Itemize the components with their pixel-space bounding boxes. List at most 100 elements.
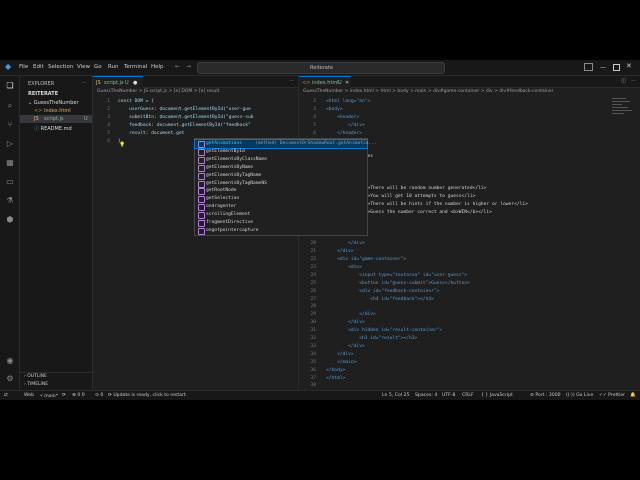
file-item-script[interactable]: JS script.js U — [20, 115, 92, 123]
menu-edit[interactable]: Edit — [33, 64, 44, 70]
minimap[interactable] — [612, 96, 634, 136]
file-item-readme[interactable]: ⓘ README.md — [34, 125, 72, 132]
split-editor-icon[interactable]: ◫ — [621, 78, 626, 84]
suggestion-item[interactable]: fragmentDirective — [195, 219, 367, 227]
code-line[interactable]: <h4 id="feedback"></h4> — [326, 297, 434, 302]
gear-icon[interactable]: ⚙ — [5, 374, 15, 384]
remote-indicator-icon[interactable]: ⇄ — [4, 393, 8, 398]
code-line[interactable]: <div> — [326, 265, 362, 270]
editor-actions-icon[interactable]: ··· — [289, 78, 294, 84]
breadcrumb[interactable]: GuessTheNumber > index.html > html > bod… — [303, 89, 553, 94]
code-line[interactable]: <input type="textarea" id="user-guess"> — [326, 273, 467, 278]
suggestion-item[interactable]: getElementsByName — [195, 164, 367, 172]
close-icon[interactable]: ✕ — [626, 62, 632, 70]
menu-file[interactable]: File — [19, 64, 28, 70]
suggestion-item[interactable]: getElementsByClassName — [195, 156, 367, 164]
menu-help[interactable]: Help — [151, 64, 164, 70]
code-line[interactable]: <body> — [326, 107, 343, 112]
code-line[interactable]: </div> — [326, 123, 365, 128]
code-line[interactable]: <html lang="en"> — [326, 99, 370, 104]
suggestion-item[interactable]: getSelection — [195, 195, 367, 204]
tab-index-html[interactable]: <> index.html U ✕ — [299, 76, 351, 88]
command-center-search[interactable]: Reiterate — [197, 62, 445, 74]
code-line[interactable]: </div> — [326, 320, 365, 325]
status-language[interactable]: { } JavaScript — [481, 393, 513, 398]
status-eol[interactable]: CRLF — [462, 393, 474, 398]
run-debug-icon[interactable]: ▷ — [5, 139, 15, 149]
suggestion-item[interactable]: getElementById — [195, 148, 367, 156]
suggestion-item[interactable]: getRootNode — [195, 187, 367, 196]
suggestion-item[interactable]: ongotpointercapture — [195, 227, 367, 235]
code-line[interactable]: <button id="guess-submit">Guess</button> — [326, 281, 470, 286]
code-line[interactable]: <div id="feedback-container"> — [326, 289, 439, 294]
code-line[interactable]: </main> — [326, 360, 356, 365]
code-line[interactable]: const DOM = { — [118, 99, 154, 104]
status-go-live[interactable]: ((·)) Go Live — [566, 393, 593, 398]
code-line[interactable]: </div> — [326, 352, 354, 357]
status-web[interactable]: Web — [24, 393, 34, 398]
notifications-bell-icon[interactable]: 🔔 — [630, 393, 636, 398]
code-line[interactable]: <h3 id="result"></h3> — [326, 336, 417, 341]
lightbulb-icon[interactable]: 💡 — [119, 142, 125, 148]
minimize-icon[interactable]: — — [600, 64, 606, 71]
project-header[interactable]: REITERATE — [28, 91, 58, 97]
folder-item[interactable]: ⌄ GuessTheNumber — [28, 100, 79, 106]
menu-view[interactable]: View — [77, 64, 90, 70]
status-branch[interactable]: ⑂ main* — [40, 393, 58, 399]
more-actions-icon[interactable]: ··· — [82, 80, 87, 86]
status-update-message[interactable]: ⟳ Update is ready, click to restart. — [108, 393, 187, 398]
unsaved-dot-icon[interactable]: ● — [133, 80, 137, 86]
status-sync-icon[interactable]: ⟳ — [62, 393, 66, 398]
maximize-icon[interactable] — [613, 64, 620, 71]
remote-explorer-icon[interactable]: ▭ — [5, 177, 15, 187]
code-line[interactable]: submitBtn: document.getElementById("gues… — [118, 115, 253, 120]
docker-icon[interactable]: ⬢ — [5, 215, 15, 225]
search-icon[interactable]: ⌕ — [5, 101, 15, 111]
code-line[interactable]: <header> — [326, 115, 359, 120]
code-line[interactable]: </div> — [326, 249, 354, 254]
source-control-icon[interactable]: ⑂ — [5, 120, 15, 130]
code-line[interactable]: userGuess: document.getElementById("user… — [118, 107, 251, 112]
account-icon[interactable]: ◉ — [5, 356, 15, 366]
suggestion-item[interactable]: getElementsByTagNameNS — [195, 180, 367, 188]
menu-selection[interactable]: Selection — [48, 64, 73, 70]
close-tab-icon[interactable]: ✕ — [345, 80, 349, 86]
forward-arrow-icon[interactable]: → — [186, 63, 191, 70]
breadcrumb[interactable]: GuessTheNumber > JS script.js > [e] DOM … — [97, 89, 219, 94]
status-ports[interactable]: ⊙ 0 — [95, 393, 103, 398]
suggestion-item[interactable]: getElementsByTagName — [195, 172, 367, 180]
menu-run[interactable]: Run — [108, 64, 119, 70]
code-line[interactable]: result: document.get — [118, 131, 184, 136]
code-line[interactable]: </body> — [326, 368, 345, 373]
tab-script-js[interactable]: JS script.js U ● — [93, 76, 143, 88]
intellisense-suggestions[interactable]: getAnimations (method) DocumentOrShadowRo… — [194, 138, 377, 236]
code-line[interactable]: <div hidden id="result-container"> — [326, 328, 442, 333]
file-item-index[interactable]: <> index.html — [34, 108, 71, 114]
status-prettier[interactable]: ✓✓ Prettier — [599, 393, 625, 398]
testing-icon[interactable]: ⚗ — [5, 196, 15, 206]
status-encoding[interactable]: UTF-8 — [442, 393, 455, 398]
timeline-section[interactable]: › TIMELINE — [24, 382, 48, 387]
extensions-icon[interactable]: ▦ — [5, 158, 15, 168]
code-line[interactable]: </div> — [326, 344, 365, 349]
suggestion-item[interactable]: getAnimations (method) DocumentOrShadowRo… — [194, 139, 377, 149]
code-line[interactable]: </html> — [326, 376, 345, 381]
editor-actions-icon[interactable]: ··· — [631, 78, 636, 84]
status-cursor-position[interactable]: Ln 5, Col 25 — [382, 393, 409, 398]
explorer-icon[interactable]: ❏ — [5, 81, 15, 91]
status-port[interactable]: ⊘ Port : 3000 — [530, 393, 561, 398]
outline-section[interactable]: › OUTLINE — [24, 374, 47, 379]
suggestion-item[interactable]: scrollingElement — [195, 211, 367, 220]
status-problems[interactable]: ⊗ 0 0 — [72, 393, 85, 398]
menu-go[interactable]: Go — [94, 64, 102, 70]
suggestion-item[interactable]: ondragenter — [195, 203, 367, 212]
code-line[interactable]: </div> — [326, 312, 376, 317]
code-line[interactable]: <div id="game-container"> — [326, 257, 406, 262]
layout-panel-icon[interactable] — [584, 63, 593, 71]
status-indentation[interactable]: Spaces: 4 — [415, 393, 437, 398]
code-line[interactable]: </header> — [326, 131, 362, 136]
code-line[interactable]: feedback: document.getElementById("feedb… — [118, 123, 251, 128]
code-line[interactable]: </div> — [326, 241, 365, 246]
back-arrow-icon[interactable]: ← — [175, 63, 180, 70]
menu-terminal[interactable]: Terminal — [124, 64, 147, 70]
